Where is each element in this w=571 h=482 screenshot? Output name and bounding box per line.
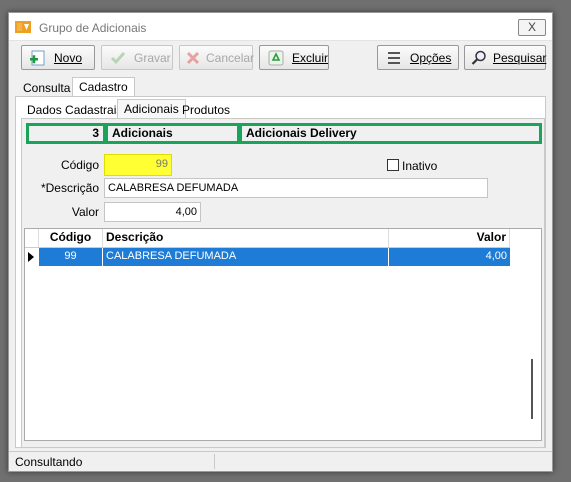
title-bar[interactable]: Grupo de Adicionais X xyxy=(9,13,552,41)
check-icon xyxy=(108,49,128,67)
group-id: 3 xyxy=(26,123,106,144)
novo-button[interactable]: Novo xyxy=(21,45,95,70)
tab-produtos[interactable]: Produtos xyxy=(176,101,236,119)
close-button[interactable]: X xyxy=(518,19,546,36)
recycle-icon xyxy=(266,49,286,67)
opcoes-button[interactable]: Opções xyxy=(377,45,459,70)
indicator-header xyxy=(25,229,39,247)
column-descricao[interactable]: Descrição xyxy=(103,229,389,247)
opcoes-label: Opções xyxy=(410,50,452,65)
cell-valor: 4,00 xyxy=(485,250,507,262)
valor-label: Valor xyxy=(71,205,99,219)
cancelar-button[interactable]: Cancelar xyxy=(179,45,255,70)
table-row[interactable]: 99 CALABRESA DEFUMADA 4,00 xyxy=(25,248,510,266)
cell-descricao: CALABRESA DEFUMADA xyxy=(103,248,389,266)
status-text: Consultando xyxy=(15,455,83,469)
tab-cadastro[interactable]: Cadastro xyxy=(72,77,135,97)
inativo-checkbox[interactable] xyxy=(387,159,399,171)
cancel-icon xyxy=(186,49,200,67)
column-codigo[interactable]: Código xyxy=(39,229,103,247)
excluir-button[interactable]: Excluir xyxy=(259,45,329,70)
group-name: Adicionais xyxy=(105,123,240,144)
status-divider xyxy=(214,454,215,469)
window-title: Grupo de Adicionais xyxy=(39,21,147,35)
cell-codigo: 99 xyxy=(39,248,103,266)
valor-input[interactable]: 4,00 xyxy=(104,202,201,222)
descricao-input[interactable]: CALABRESA DEFUMADA xyxy=(104,178,488,198)
row-indicator-icon xyxy=(25,248,39,266)
novo-label: Novo xyxy=(54,50,83,65)
grid-header: Código Descrição Valor xyxy=(25,229,510,247)
group-description: Adicionais Delivery xyxy=(239,123,542,144)
list-icon xyxy=(384,49,404,67)
status-bar: Consultando xyxy=(9,451,552,471)
cancelar-label: Cancelar xyxy=(206,50,255,65)
pesquisar-button[interactable]: Pesquisar xyxy=(464,45,546,70)
gravar-label: Gravar xyxy=(134,50,171,65)
pesquisar-label: Pesquisar xyxy=(493,50,547,65)
tab-consulta[interactable]: Consulta xyxy=(17,79,76,97)
codigo-label: Código xyxy=(60,158,99,172)
excluir-label: Excluir xyxy=(291,50,328,65)
tab-dados-cadastrais[interactable]: Dados Cadastrais xyxy=(21,101,128,119)
scrollbar-thumb[interactable] xyxy=(531,359,533,419)
dialog-window: Grupo de Adicionais X Novo Gravar Cancel… xyxy=(8,12,553,472)
items-grid[interactable]: Código Descrição Valor 99 CALABRESA DEFU… xyxy=(24,228,542,441)
search-icon xyxy=(471,49,487,67)
app-icon xyxy=(15,21,31,33)
inativo-label: Inativo xyxy=(402,159,438,173)
gravar-button[interactable]: Gravar xyxy=(101,45,173,70)
descricao-label: *Descrição xyxy=(40,181,99,195)
codigo-input[interactable]: 99 xyxy=(104,154,172,176)
add-icon xyxy=(28,49,48,67)
column-valor[interactable]: Valor xyxy=(389,229,510,247)
